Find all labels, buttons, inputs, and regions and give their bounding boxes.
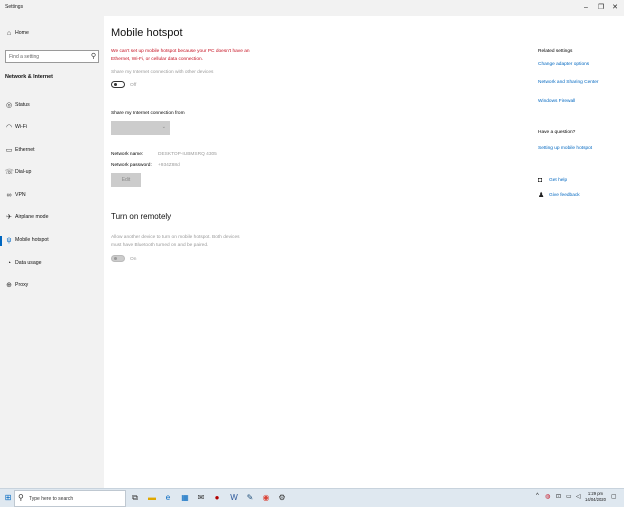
sidebar-item-ethernet[interactable]: ▭ Ethernet — [0, 144, 104, 158]
settings-window: Settings – ❐ ✕ ⌂ Home Find a setting ⚲ N… — [0, 0, 624, 488]
start-button[interactable]: ⊞ — [2, 492, 14, 504]
sidebar-item-vpn[interactable]: ∞ VPN — [0, 189, 104, 203]
ethernet-icon: ▭ — [5, 147, 13, 154]
share-toggle[interactable] — [111, 81, 125, 88]
data-usage-icon: ◔ — [6, 260, 12, 267]
sidebar-item-label: Wi-Fi — [15, 124, 28, 130]
wifi-icon: ◠ — [5, 124, 13, 131]
tray-chevron-icon[interactable]: ^ — [536, 493, 539, 499]
store-icon[interactable]: ▦ — [179, 492, 191, 504]
sidebar-item-proxy[interactable]: ⊕ Proxy — [0, 279, 104, 293]
remote-toggle-state: On — [130, 257, 137, 262]
active-indicator — [0, 236, 2, 246]
sidebar: ⌂ Home Find a setting ⚲ Network & Intern… — [0, 16, 104, 488]
window-title: Settings — [5, 4, 24, 10]
dialup-icon: ☏ — [5, 169, 14, 176]
file-explorer-icon[interactable]: ▬ — [146, 492, 158, 504]
remote-description: Allow another device to turn on mobile h… — [111, 235, 240, 248]
volume-icon[interactable]: ◁ — [576, 493, 581, 500]
search-icon: ⚲ — [90, 53, 96, 60]
media-app-icon[interactable]: ● — [211, 492, 223, 504]
share-from-select[interactable]: ⌄ — [111, 121, 170, 135]
toggle-knob — [114, 83, 117, 87]
sidebar-item-label: Dial-up — [15, 169, 32, 175]
minimize-button[interactable]: – — [579, 2, 593, 14]
sidebar-item-label: Status — [15, 102, 30, 108]
give-feedback-link[interactable]: Give feedback — [549, 193, 580, 198]
sidebar-item-mobile-hotspot[interactable]: ψ Mobile hotspot — [0, 234, 104, 248]
sidebar-item-airplane-mode[interactable]: ✈ Airplane mode — [0, 211, 104, 225]
sidebar-item-label: Airplane mode — [15, 214, 49, 220]
share-label: Share my Internet connection with other … — [111, 70, 214, 75]
network-password-value: +934Z88d — [158, 163, 180, 168]
network-name-label: Network name: — [111, 152, 144, 157]
sidebar-item-dialup[interactable]: ☏ Dial-up — [0, 166, 104, 180]
chevron-down-icon: ⌄ — [161, 124, 166, 130]
home-icon: ⌂ — [6, 30, 12, 37]
taskbar-search-placeholder: Type here to search — [29, 496, 74, 502]
chrome-icon[interactable]: ◉ — [260, 492, 272, 504]
related-settings-heading: Related settings — [538, 49, 573, 54]
windows-firewall-link[interactable]: Windows Firewall — [538, 99, 575, 104]
sidebar-item-label: Data usage — [15, 260, 42, 266]
share-toggle-state: Off — [130, 83, 137, 88]
sidebar-item-label: Home — [15, 30, 29, 36]
airplane-icon: ✈ — [6, 214, 12, 221]
get-help-link[interactable]: Get help — [549, 178, 567, 183]
taskbar-search[interactable]: ⚲ Type here to search — [14, 490, 126, 507]
share-from-label: Share my Internet connection from — [111, 111, 185, 116]
section-title: Network & Internet — [5, 74, 53, 80]
edge-icon[interactable]: e — [162, 492, 174, 504]
setup-hotspot-link[interactable]: Setting up mobile hotspot — [538, 146, 592, 151]
search-input[interactable]: Find a setting ⚲ — [5, 50, 99, 63]
page-title: Mobile hotspot — [111, 27, 183, 39]
taskbar: ⊞ ⚲ Type here to search ⧉ ▬ e ▦ ✉ ● W ✎ … — [0, 488, 624, 507]
sidebar-item-data-usage[interactable]: ◔ Data usage — [0, 257, 104, 271]
vpn-icon: ∞ — [6, 192, 12, 199]
main-content: Mobile hotspot We can't set up mobile ho… — [104, 16, 624, 488]
network-sharing-center-link[interactable]: Network and Sharing Center — [538, 80, 599, 85]
remote-heading: Turn on remotely — [111, 212, 172, 221]
help-icon: ◘ — [538, 177, 543, 184]
search-icon: ⚲ — [18, 493, 24, 502]
word-icon[interactable]: W — [228, 492, 240, 504]
error-message: We can't set up mobile hotspot because y… — [111, 49, 250, 62]
feedback-icon: ♟ — [538, 192, 545, 199]
settings-gear-icon[interactable]: ⚙ — [276, 492, 288, 504]
task-view-icon[interactable]: ⧉ — [129, 492, 141, 504]
clock[interactable]: 1:29 pm 14/04/2020 — [585, 491, 606, 503]
proxy-icon: ⊕ — [6, 282, 12, 289]
sidebar-item-label: VPN — [15, 192, 26, 198]
title-bar: Settings – ❐ ✕ — [0, 0, 624, 16]
battery-icon[interactable]: ▭ — [566, 493, 572, 500]
maximize-button[interactable]: ❐ — [594, 2, 608, 14]
sidebar-item-label: Mobile hotspot — [15, 237, 49, 243]
sidebar-item-status[interactable]: ◎ Status — [0, 99, 104, 113]
tray-security-icon[interactable]: ◍ — [545, 493, 550, 500]
notifications-icon[interactable]: ▢ — [611, 493, 617, 500]
mail-icon[interactable]: ✉ — [195, 492, 207, 504]
network-password-label: Network password: — [111, 163, 152, 168]
globe-icon: ◎ — [5, 102, 13, 109]
sidebar-item-wifi[interactable]: ◠ Wi-Fi — [0, 121, 104, 135]
tray-app-icon[interactable]: ⊡ — [556, 493, 561, 500]
sidebar-item-home[interactable]: ⌂ Home — [0, 27, 104, 41]
remote-toggle[interactable] — [111, 255, 125, 262]
clock-date: 14/04/2020 — [585, 497, 606, 502]
close-button[interactable]: ✕ — [608, 2, 622, 14]
toggle-knob — [114, 257, 117, 261]
hotspot-icon: ψ — [6, 237, 12, 244]
search-placeholder: Find a setting — [9, 54, 40, 60]
network-name-value: DESKTOP-IUBMSRQ 4305 — [158, 152, 217, 157]
question-heading: Have a question? — [538, 130, 576, 135]
edit-button[interactable]: Edit — [111, 173, 141, 187]
app-icon[interactable]: ✎ — [244, 492, 256, 504]
change-adapter-options-link[interactable]: Change adapter options — [538, 62, 589, 67]
sidebar-item-label: Proxy — [15, 282, 29, 288]
sidebar-item-label: Ethernet — [15, 147, 35, 153]
